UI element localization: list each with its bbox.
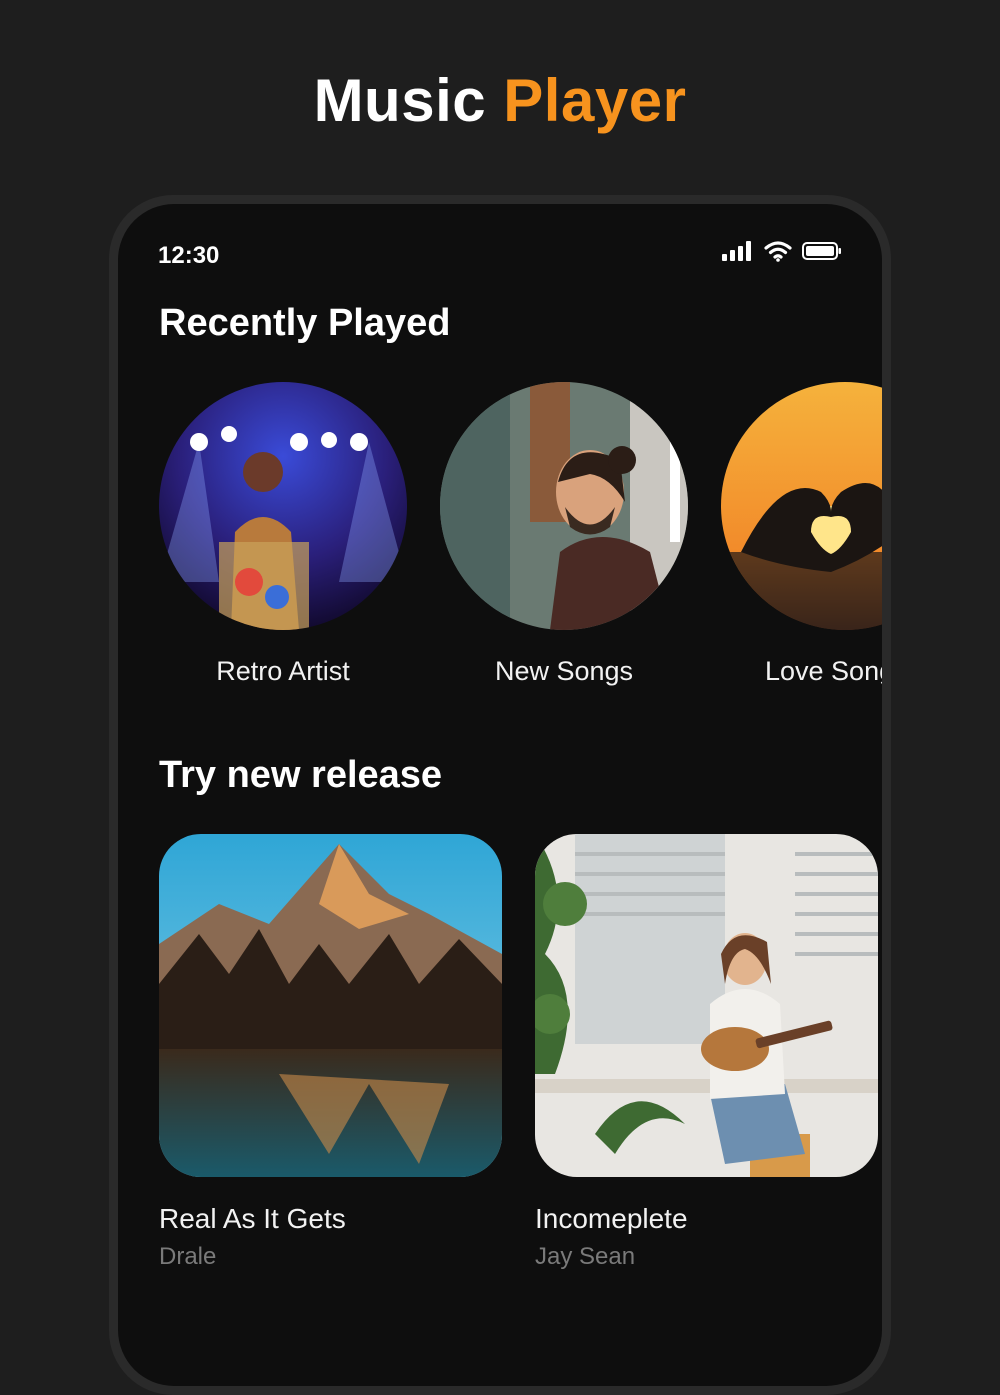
retro-artist-image [159,382,407,630]
real-as-it-gets-cover [159,834,502,1177]
release-title: Incomeplete [535,1203,688,1234]
wifi-icon [764,241,792,262]
release-artist: Drale [159,1243,217,1270]
app-title: Music Player [0,66,1000,135]
phone-screen: 12:30 Recently Played Retro Artist New S… [118,204,882,1386]
recently-played-title: Recently Played [159,302,451,344]
recent-item-label: Love Songs [765,656,882,686]
phone-frame: 12:30 Recently Played Retro Artist New S… [109,195,891,1395]
battery-icon [802,242,841,260]
release-card-incomeplete[interactable]: Incomeplete Jay Sean [535,834,878,1271]
incomeplete-cover [535,834,878,1177]
app-title-accent: Player [503,67,687,134]
release-artist: Jay Sean [535,1243,636,1270]
signal-icon [722,241,751,261]
release-title: Real As It Gets [159,1203,346,1234]
recent-item-label: New Songs [494,656,634,686]
status-time: 12:30 [158,242,220,269]
release-card-real-as-it-gets[interactable]: Real As It Gets Drale [159,834,502,1271]
new-release-title: Try new release [159,754,443,796]
recent-item-love-songs[interactable]: Love Songs [721,382,882,687]
recently-played-list: Retro Artist New Songs Love Son [159,382,882,702]
recent-item-new-songs[interactable]: New Songs [440,382,688,687]
recent-item-retro-artist[interactable]: Retro Artist [159,382,407,687]
love-songs-image [721,382,882,630]
recent-item-label: Retro Artist [216,656,350,686]
new-songs-image [440,382,688,630]
status-icons [722,240,842,262]
app-title-main: Music [313,67,487,134]
